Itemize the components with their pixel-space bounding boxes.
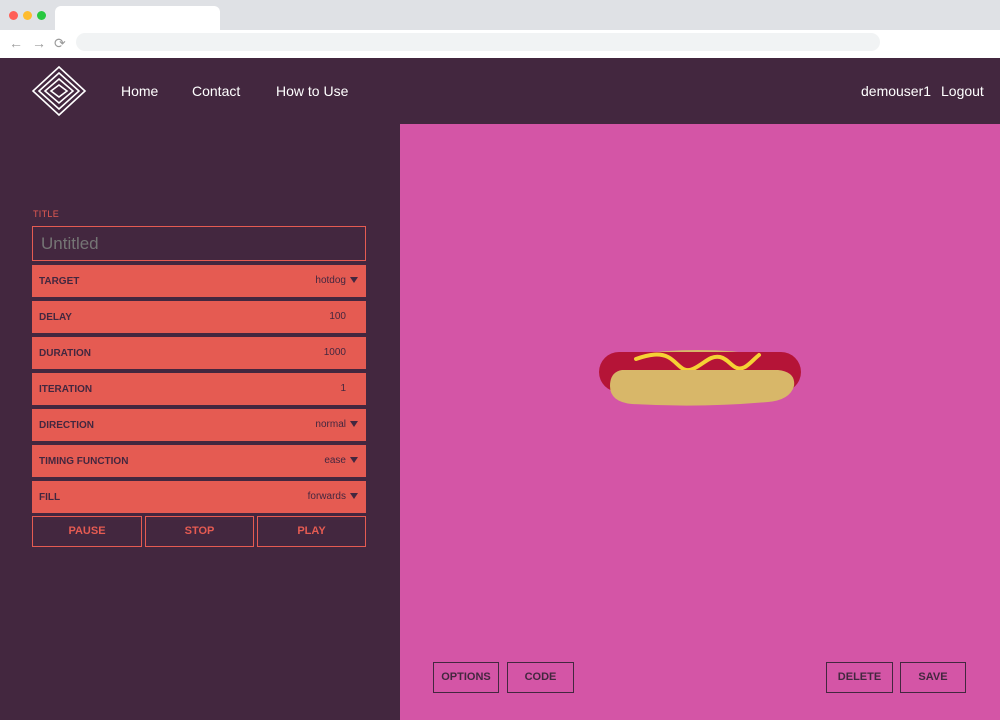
back-icon[interactable]: ← bbox=[9, 34, 23, 52]
save-button[interactable]: SAVE bbox=[900, 662, 966, 693]
chevron-down-icon bbox=[350, 457, 358, 463]
iteration-value: 1 bbox=[340, 383, 346, 394]
fill-value: forwards bbox=[307, 491, 346, 502]
app-header: Home Contact How to Use demouser1 Logout bbox=[0, 58, 1000, 124]
timing-function-value: ease bbox=[324, 455, 346, 466]
hotdog-target[interactable] bbox=[598, 342, 802, 414]
play-button[interactable]: PLAY bbox=[257, 516, 366, 547]
stop-button[interactable]: STOP bbox=[145, 516, 254, 547]
timing-function-label: TIMING FUNCTION bbox=[39, 456, 129, 467]
fill-select[interactable]: FILL forwards bbox=[32, 481, 366, 513]
nav-contact-link[interactable]: Contact bbox=[192, 82, 240, 100]
animation-stage: OPTIONS CODE DELETE SAVE bbox=[400, 124, 1000, 720]
chevron-down-icon bbox=[350, 277, 358, 283]
delay-value: 100 bbox=[329, 311, 346, 322]
options-button[interactable]: OPTIONS bbox=[433, 662, 499, 693]
pause-button[interactable]: PAUSE bbox=[32, 516, 142, 547]
nav-how-to-use-link[interactable]: How to Use bbox=[276, 82, 348, 100]
direction-value: normal bbox=[315, 419, 346, 430]
username-link[interactable]: demouser1 bbox=[861, 82, 931, 100]
duration-label: DURATION bbox=[39, 348, 92, 359]
direction-label: DIRECTION bbox=[39, 420, 94, 431]
direction-select[interactable]: DIRECTION normal bbox=[32, 409, 366, 441]
browser-tabstrip bbox=[0, 0, 1000, 30]
logo-icon[interactable] bbox=[31, 65, 87, 117]
target-label: TARGET bbox=[39, 276, 80, 287]
reload-icon[interactable]: ⟳ bbox=[54, 34, 66, 52]
duration-value: 1000 bbox=[323, 347, 346, 358]
window-close-icon[interactable] bbox=[9, 11, 18, 20]
timing-function-select[interactable]: TIMING FUNCTION ease bbox=[32, 445, 366, 477]
nav-home-link[interactable]: Home bbox=[121, 82, 158, 100]
title-input[interactable] bbox=[32, 226, 366, 261]
duration-field[interactable]: DURATION 1000 bbox=[32, 337, 366, 369]
fill-label: FILL bbox=[39, 492, 61, 503]
iteration-label: ITERATION bbox=[39, 384, 93, 395]
address-bar[interactable] bbox=[76, 33, 880, 51]
code-button[interactable]: CODE bbox=[507, 662, 574, 693]
window-maximize-icon[interactable] bbox=[37, 11, 46, 20]
iteration-field[interactable]: ITERATION 1 bbox=[32, 373, 366, 405]
chevron-down-icon bbox=[350, 421, 358, 427]
animation-settings-panel: TITLE TARGET hotdog DELAY 100 DURATION 1… bbox=[0, 124, 400, 720]
delay-field[interactable]: DELAY 100 bbox=[32, 301, 366, 333]
target-select[interactable]: TARGET hotdog bbox=[32, 265, 366, 297]
chevron-down-icon bbox=[350, 493, 358, 499]
browser-tab[interactable] bbox=[55, 6, 220, 30]
browser-toolbar: ← → ⟳ bbox=[0, 30, 1000, 59]
title-label: TITLE bbox=[33, 209, 60, 219]
logout-link[interactable]: Logout bbox=[941, 82, 984, 100]
forward-icon[interactable]: → bbox=[32, 34, 46, 52]
delay-label: DELAY bbox=[39, 312, 72, 323]
delete-button[interactable]: DELETE bbox=[826, 662, 893, 693]
target-value: hotdog bbox=[315, 275, 346, 286]
window-minimize-icon[interactable] bbox=[23, 11, 32, 20]
